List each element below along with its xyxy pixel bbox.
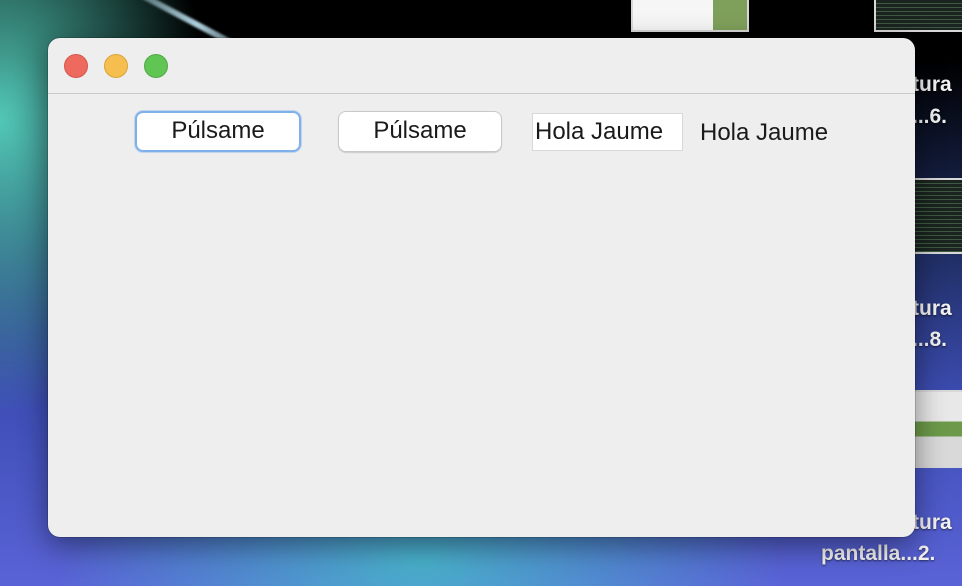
desktop-file-label[interactable]: tura xyxy=(912,511,952,535)
app-window: Púlsame Púlsame Hola Jaume Hola Jaume xyxy=(48,38,915,537)
desktop-file-label[interactable]: tura xyxy=(912,73,952,97)
pulsame-button-2[interactable]: Púlsame xyxy=(338,111,502,152)
close-window-icon[interactable] xyxy=(64,54,88,78)
maximize-window-icon[interactable] xyxy=(144,54,168,78)
desktop-file-thumbnail[interactable] xyxy=(874,0,962,32)
window-titlebar[interactable] xyxy=(48,38,915,94)
desktop-file-thumbnail[interactable] xyxy=(631,0,749,32)
desktop-file-thumbnail[interactable] xyxy=(912,178,962,254)
greeting-label: Hola Jaume xyxy=(700,119,829,146)
pulsame-button-1[interactable]: Púlsame xyxy=(135,111,301,152)
desktop: tura ...6. tura ...8. tura pantalla...2.… xyxy=(0,0,962,586)
desktop-file-label[interactable]: ...8. xyxy=(912,328,947,352)
desktop-file-label[interactable]: ...6. xyxy=(912,105,947,129)
desktop-file-label[interactable]: tura xyxy=(912,297,952,321)
desktop-file-thumbnail[interactable] xyxy=(912,390,962,468)
name-text-field[interactable]: Hola Jaume xyxy=(532,113,683,151)
minimize-window-icon[interactable] xyxy=(104,54,128,78)
desktop-file-label[interactable]: pantalla...2. xyxy=(821,542,935,566)
